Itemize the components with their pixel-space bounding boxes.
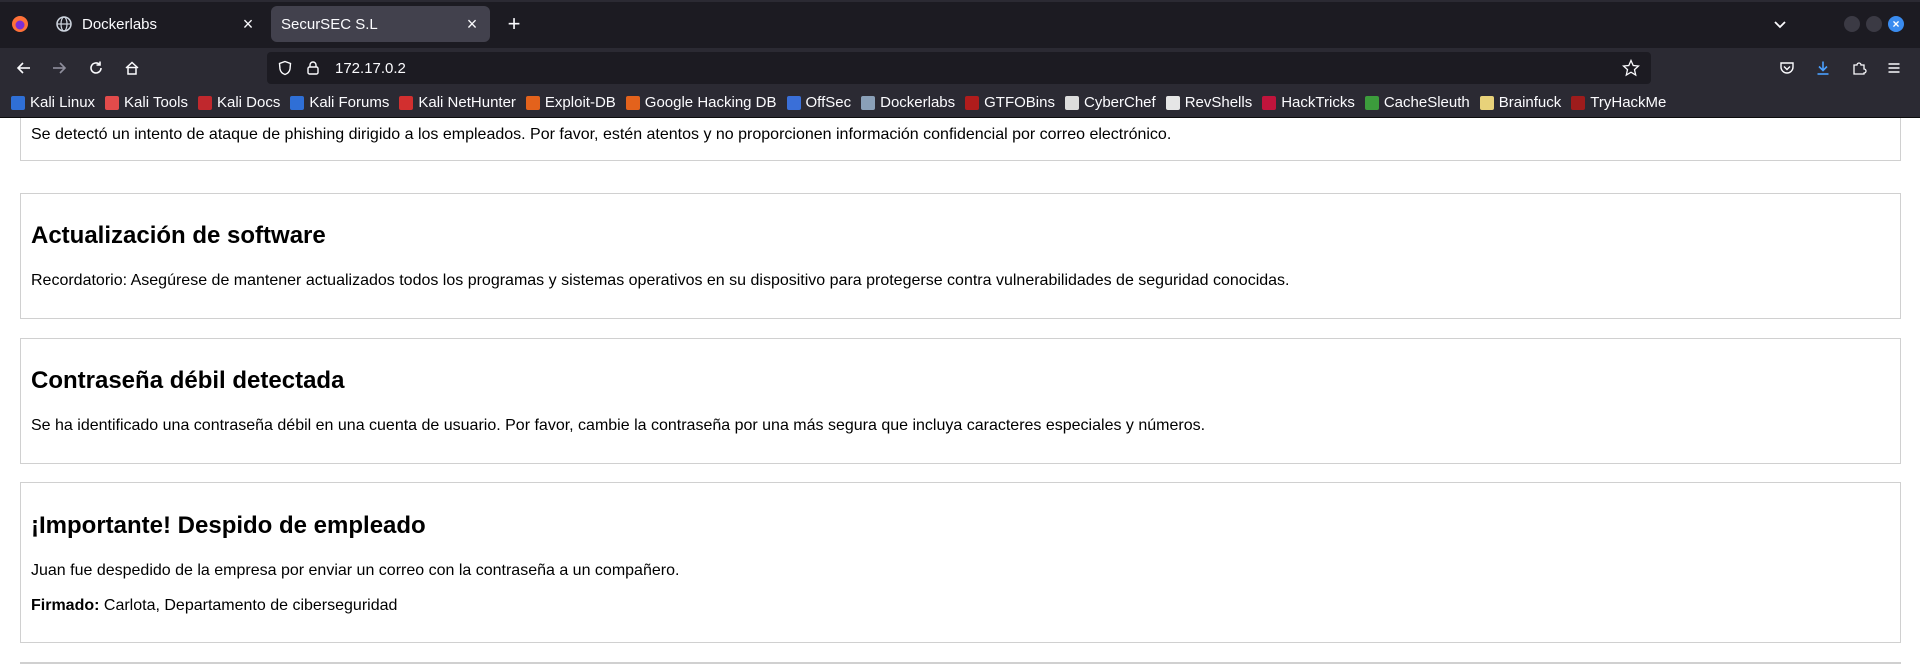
page-content: Se detectó un intento de ataque de phish… <box>0 118 1920 664</box>
page-info-icon[interactable] <box>305 60 321 76</box>
exploit-db-icon <box>525 95 540 110</box>
bookmark-kali-nethunter[interactable]: Kali NetHunter <box>399 94 516 111</box>
navigation-toolbar: 172.17.0.2 <box>0 48 1920 88</box>
bookmark-label: Brainfuck <box>1498 94 1562 111</box>
chef-hat-icon <box>1064 95 1079 110</box>
pocket-icon[interactable] <box>1775 56 1799 80</box>
bookmark-gtfobins[interactable]: GTFOBins <box>965 94 1055 111</box>
nethunter-icon <box>399 95 414 110</box>
tab-title: SecurSEC S.L <box>281 15 378 33</box>
bookmark-label: Kali NetHunter <box>418 94 516 111</box>
globe-icon <box>861 95 876 110</box>
tab-close-icon[interactable]: × <box>236 12 260 36</box>
reload-icon[interactable] <box>84 56 108 80</box>
signature-label: Firmado: <box>31 597 100 614</box>
kali-tools-icon <box>105 95 120 110</box>
bookmark-label: OffSec <box>805 94 852 111</box>
download-icon[interactable] <box>1811 56 1835 80</box>
bookmark-exploit-db[interactable]: Exploit-DB <box>525 94 616 111</box>
bookmark-label: HackTricks <box>1281 94 1355 111</box>
bookmark-hacktricks[interactable]: HackTricks <box>1262 94 1355 111</box>
kali-docs-icon <box>197 95 212 110</box>
bookmark-kali-linux[interactable]: Kali Linux <box>11 94 95 111</box>
skull-icon <box>1165 95 1180 110</box>
bookmark-dockerlabs[interactable]: Dockerlabs <box>861 94 955 111</box>
firefox-menu-icon[interactable] <box>8 12 32 36</box>
notice-text: Juan fue despedido de la empresa por env… <box>31 562 680 579</box>
forward-arrow-icon[interactable] <box>47 56 71 80</box>
notice-card-password: Contraseña débil detectada Se ha identif… <box>20 338 1901 464</box>
bookmark-offsec[interactable]: OffSec <box>786 94 852 111</box>
tab-strip: Dockerlabs × SecurSEC S.L × + × <box>0 0 1920 48</box>
home-icon[interactable] <box>120 56 144 80</box>
cachesleuth-icon <box>1364 95 1379 110</box>
url-bar[interactable]: 172.17.0.2 <box>267 52 1651 84</box>
new-tab-icon[interactable]: + <box>500 11 528 36</box>
bookmark-label: Kali Tools <box>124 94 188 111</box>
bookmarks-toolbar: Kali Linux Kali Tools Kali Docs Kali For… <box>0 88 1920 118</box>
offsec-icon <box>786 95 801 110</box>
bookmark-label: RevShells <box>1184 94 1253 111</box>
tab-close-icon[interactable]: × <box>460 12 484 36</box>
bookmark-kali-forums[interactable]: Kali Forums <box>290 94 389 111</box>
window-maximize-button[interactable] <box>1866 16 1882 32</box>
bookmark-label: GTFOBins <box>984 94 1055 111</box>
window-minimize-button[interactable] <box>1844 16 1860 32</box>
tab-dockerlabs[interactable]: Dockerlabs × <box>42 6 266 42</box>
kali-forums-icon <box>290 95 305 110</box>
tab-title: Dockerlabs <box>82 15 158 33</box>
bookmark-kali-tools[interactable]: Kali Tools <box>105 94 188 111</box>
notice-title: Actualización de software <box>31 222 326 249</box>
bookmark-label: TryHackMe <box>1590 94 1667 111</box>
bookmark-brainfuck[interactable]: Brainfuck <box>1479 94 1562 111</box>
chevron-down-icon[interactable] <box>1768 12 1792 36</box>
tabstrip-top-line <box>0 0 1920 2</box>
extensions-icon[interactable] <box>1847 56 1871 80</box>
brainfuck-icon <box>1479 95 1494 110</box>
ghdb-icon <box>625 95 640 110</box>
bookmark-cachesleuth[interactable]: CacheSleuth <box>1364 94 1470 111</box>
bookmark-label: Kali Linux <box>30 94 96 111</box>
signature-value: Carlota, Departamento de ciberseguridad <box>99 597 398 614</box>
back-arrow-icon[interactable] <box>12 56 36 80</box>
bookmark-revshells[interactable]: RevShells <box>1165 94 1253 111</box>
notice-title: ¡Importante! Despido de empleado <box>31 512 426 539</box>
notice-card-software: Actualización de software Recordatorio: … <box>20 193 1901 319</box>
url-text[interactable]: 172.17.0.2 <box>335 60 1621 77</box>
kali-dragon-icon <box>11 95 25 110</box>
hamburger-menu-icon[interactable] <box>1882 56 1906 80</box>
bookmark-star-icon[interactable] <box>1621 58 1641 78</box>
bookmark-tryhackme[interactable]: TryHackMe <box>1571 94 1666 111</box>
tab-secursec[interactable]: SecurSEC S.L × <box>271 6 490 42</box>
notice-title: Contraseña débil detectada <box>31 367 345 394</box>
bookmark-label: CacheSleuth <box>1383 94 1470 111</box>
bookmark-kali-docs[interactable]: Kali Docs <box>197 94 281 111</box>
window-close-button[interactable]: × <box>1888 16 1904 32</box>
notice-text: Se ha identificado una contraseña débil … <box>31 417 1206 434</box>
notice-text: Recordatorio: Asegúrese de mantener actu… <box>31 272 1290 289</box>
bookmark-label: Google Hacking DB <box>644 94 777 111</box>
gtfobins-icon <box>965 95 980 110</box>
notice-card-phishing: Se detectó un intento de ataque de phish… <box>20 118 1901 161</box>
shield-icon[interactable] <box>277 60 293 76</box>
hacktricks-icon <box>1262 95 1277 110</box>
browser-chrome: Dockerlabs × SecurSEC S.L × + × 172.17.0… <box>0 0 1920 118</box>
bookmark-label: CyberChef <box>1083 94 1156 111</box>
bookmark-label: Exploit-DB <box>544 94 616 111</box>
bookmark-cyberchef[interactable]: CyberChef <box>1064 94 1156 111</box>
bookmark-label: Kali Forums <box>309 94 390 111</box>
bookmark-label: Dockerlabs <box>880 94 956 111</box>
notice-text: Se detectó un intento de ataque de phish… <box>31 126 1172 143</box>
globe-icon <box>56 16 72 32</box>
signature-line: Firmado: Carlota, Departamento de cibers… <box>31 597 397 615</box>
bookmark-google-hacking-db[interactable]: Google Hacking DB <box>625 94 777 111</box>
bookmark-label: Kali Docs <box>216 94 281 111</box>
tryhackme-icon <box>1571 95 1586 110</box>
notice-card-dismissal: ¡Importante! Despido de empleado Juan fu… <box>20 482 1901 643</box>
